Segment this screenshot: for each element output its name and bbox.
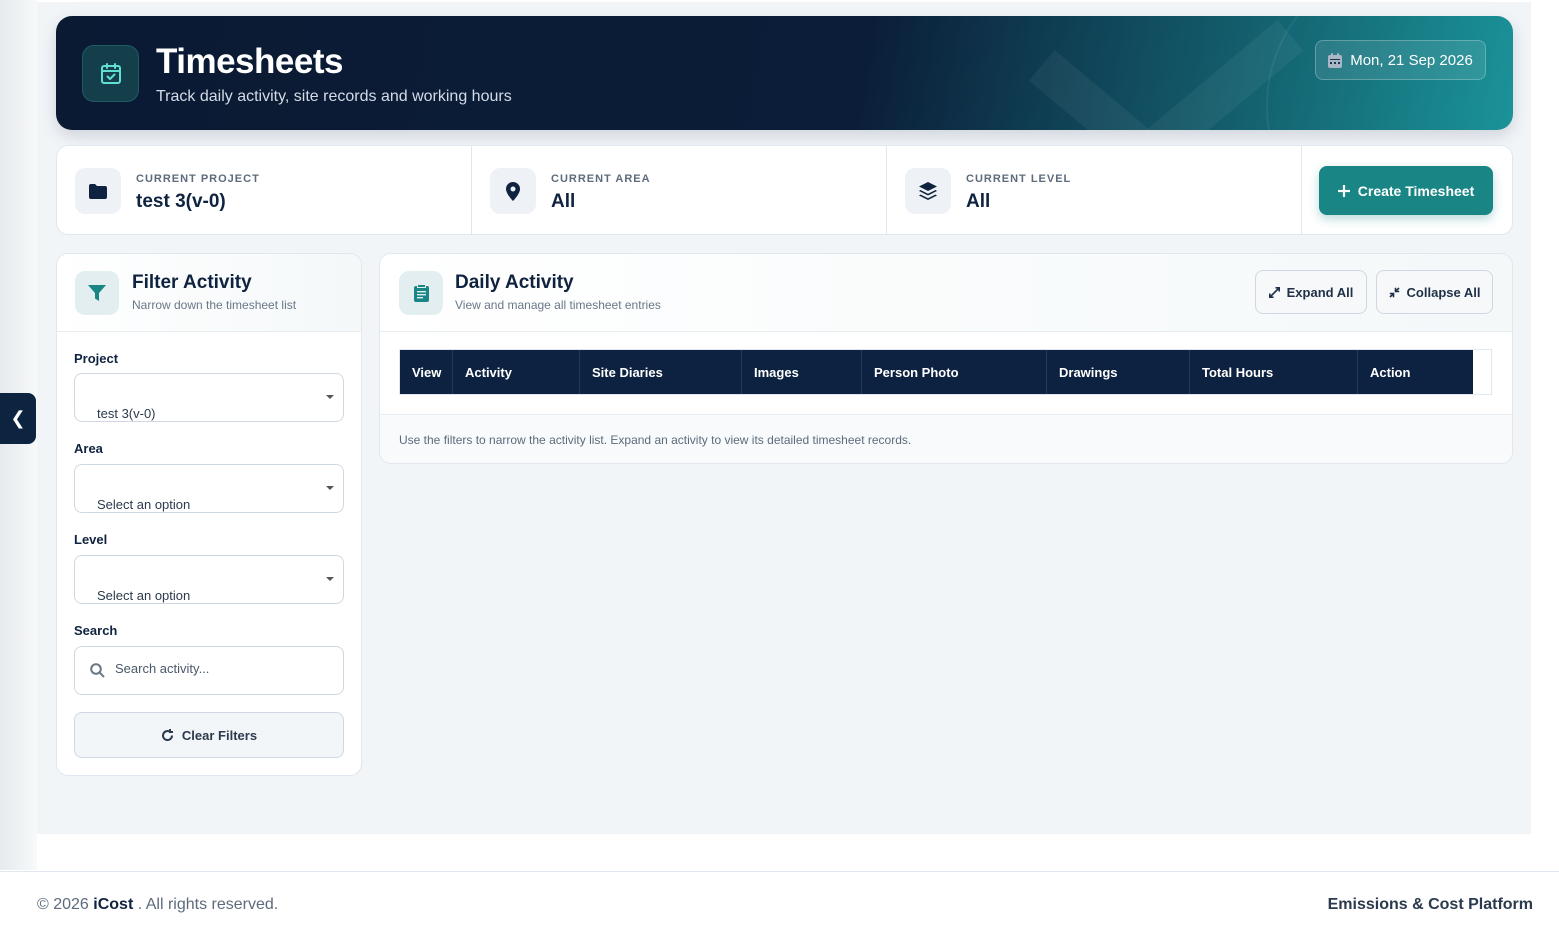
clear-filters-label: Clear Filters — [181, 727, 258, 743]
current-project-label: CURRENT PROJECT — [136, 173, 260, 185]
collapse-icon — [1388, 286, 1400, 298]
search-field-label: Search — [74, 623, 118, 638]
column-header-total-hours[interactable]: Total Hours — [1190, 350, 1358, 394]
create-timesheet-label: Create Timesheet — [1357, 182, 1475, 199]
platform-name: Emissions & Cost Platform — [1327, 896, 1533, 913]
sidebar-toggle-button[interactable]: ❮ — [0, 393, 36, 444]
folder-icon — [75, 168, 121, 214]
brand-name: iCost — [93, 896, 134, 913]
copyright-text: © 2026 iCost . All rights reserved. — [37, 896, 278, 914]
caret-down-icon — [326, 577, 334, 581]
daily-activity-panel: Daily Activity View and manage all times… — [379, 253, 1513, 464]
current-area-value: All — [551, 191, 576, 212]
page-header-banner: Timesheets Track daily activity, site re… — [56, 16, 1513, 130]
search-field[interactable] — [74, 646, 344, 695]
page-title: Timesheets — [156, 42, 343, 81]
column-header-drawings[interactable]: Drawings — [1047, 350, 1190, 394]
calendar-check-icon — [82, 45, 139, 102]
activity-hint-bar: Use the filters to narrow the activity l… — [380, 414, 1512, 463]
current-level-label: CURRENT LEVEL — [966, 173, 1072, 185]
activity-hint-text: Use the filters to narrow the activity l… — [399, 433, 912, 447]
daily-activity-subtitle: View and manage all timesheet entries — [455, 298, 661, 312]
expand-all-button[interactable]: Expand All — [1255, 270, 1367, 314]
column-header-action[interactable]: Action — [1358, 350, 1473, 394]
area-select-value: Select an option — [97, 497, 191, 512]
context-info-bar: CURRENT PROJECT test 3(v-0) CURRENT AREA… — [56, 145, 1513, 235]
current-date-text: Mon, 21 Sep 2026 — [1350, 51, 1473, 69]
area-select[interactable]: Select an option — [74, 464, 344, 513]
search-input[interactable] — [115, 661, 335, 676]
level-select[interactable]: Select an option — [74, 555, 344, 604]
column-header-person-photo[interactable]: Person Photo — [862, 350, 1047, 394]
page-subtitle: Track daily activity, site records and w… — [156, 88, 512, 105]
project-select[interactable]: test 3(v-0) — [74, 373, 344, 422]
create-timesheet-button[interactable]: Create Timesheet — [1319, 166, 1493, 215]
filter-panel-title: Filter Activity — [132, 272, 252, 293]
caret-down-icon — [326, 486, 334, 490]
project-field-label: Project — [74, 351, 119, 366]
copyright-prefix: © 2026 — [37, 896, 89, 913]
funnel-icon — [75, 271, 119, 315]
current-area-label: CURRENT AREA — [551, 173, 651, 185]
daily-activity-title: Daily Activity — [455, 272, 574, 293]
current-date-badge: Mon, 21 Sep 2026 — [1315, 40, 1486, 80]
page-footer: © 2026 iCost . All rights reserved. Emis… — [0, 871, 1559, 934]
level-field-label: Level — [74, 532, 108, 547]
filter-panel-subtitle: Narrow down the timesheet list — [132, 298, 297, 312]
chevron-left-icon: ❮ — [10, 408, 26, 428]
search-icon — [90, 663, 105, 678]
column-header-images[interactable]: Images — [742, 350, 862, 394]
expand-icon — [1268, 286, 1280, 298]
level-select-value: Select an option — [97, 588, 191, 603]
column-header-view[interactable]: View — [400, 350, 453, 394]
calendar-icon — [1328, 52, 1343, 68]
current-project-card: CURRENT PROJECT test 3(v-0) — [57, 146, 472, 234]
project-select-value: test 3(v-0) — [97, 406, 156, 421]
collapse-all-label: Collapse All — [1406, 284, 1481, 300]
clipboard-list-icon — [399, 271, 443, 315]
map-pin-icon — [490, 168, 536, 214]
current-level-value: All — [966, 191, 991, 212]
daily-activity-header: Daily Activity View and manage all times… — [380, 254, 1512, 332]
area-field-label: Area — [74, 441, 103, 456]
filter-panel-header: Filter Activity Narrow down the timeshee… — [57, 254, 361, 332]
plus-icon — [1337, 184, 1350, 197]
column-header-activity[interactable]: Activity — [453, 350, 580, 394]
copyright-suffix: . All rights reserved. — [137, 896, 279, 913]
caret-down-icon — [326, 395, 334, 399]
expand-all-label: Expand All — [1286, 284, 1354, 300]
clear-filters-button[interactable]: Clear Filters — [74, 712, 344, 758]
collapse-all-button[interactable]: Collapse All — [1376, 270, 1493, 314]
current-level-card: CURRENT LEVEL All — [887, 146, 1302, 234]
column-header-site-diaries[interactable]: Site Diaries — [580, 350, 742, 394]
activity-table-header: View Activity Site Diaries Images Person… — [400, 350, 1473, 394]
filter-panel: Filter Activity Narrow down the timeshee… — [56, 253, 362, 776]
activity-table: View Activity Site Diaries Images Person… — [399, 349, 1492, 395]
current-area-card: CURRENT AREA All — [472, 146, 887, 234]
current-project-value: test 3(v-0) — [136, 191, 226, 212]
refresh-icon — [161, 728, 173, 741]
layers-icon — [905, 168, 951, 214]
